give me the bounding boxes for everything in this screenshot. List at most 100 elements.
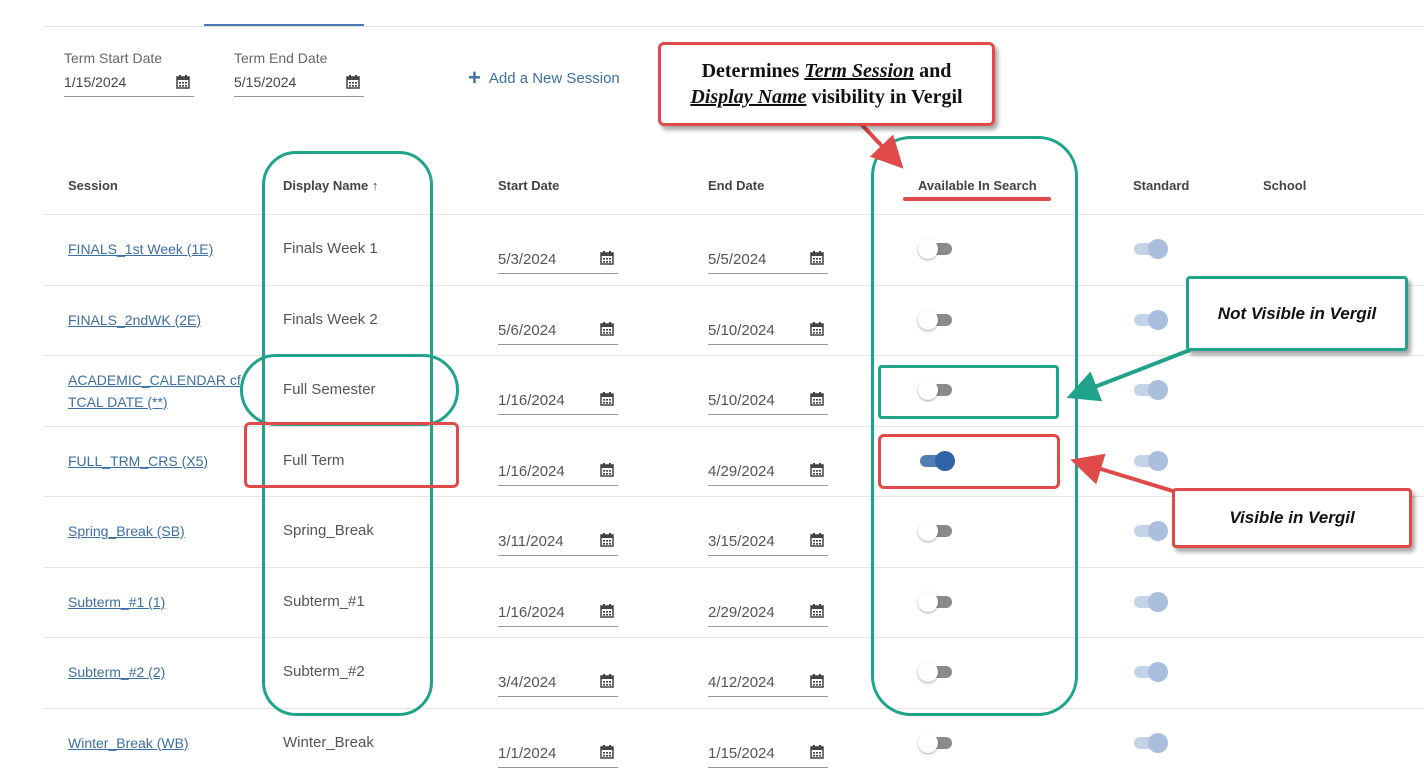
end-date-value[interactable]: 5/5/2024 (708, 251, 766, 268)
table-row: ACADEMIC_CALENDAR cf TCAL DATE (**) Full S… (0, 355, 1424, 425)
calendar-icon[interactable] (600, 533, 614, 547)
start-date-field[interactable]: 1/16/2024 (498, 457, 618, 486)
column-header-start-date[interactable]: Start Date (498, 178, 559, 193)
calendar-icon[interactable] (176, 75, 190, 89)
standard-toggle[interactable] (1132, 239, 1168, 259)
not-visible-callout: Not Visible in Vergil (1186, 276, 1408, 351)
session-link[interactable]: FULL_TRM_CRS (X5) (68, 450, 208, 472)
start-date-field[interactable]: 3/4/2024 (498, 668, 618, 697)
session-code: Subterm_#2 (2) (68, 664, 166, 680)
end-date-value[interactable]: 4/29/2024 (708, 463, 775, 480)
calendar-icon[interactable] (810, 392, 824, 406)
session-link[interactable]: Winter_Break (WB) (68, 732, 189, 754)
calendar-icon[interactable] (810, 321, 824, 336)
tab-bar-divider (44, 26, 1424, 27)
session-code: Subterm_#1 (1) (68, 593, 166, 610)
term-end-value[interactable]: 5/15/2024 (234, 74, 296, 90)
end-date-value[interactable]: 1/15/2024 (708, 745, 775, 762)
column-header-session[interactable]: Session (68, 178, 118, 193)
standard-toggle[interactable] (1132, 450, 1168, 471)
end-date-value[interactable]: 4/12/2024 (708, 674, 775, 691)
calendar-icon[interactable] (600, 462, 614, 477)
session-code: Spring_Break (SB) (68, 523, 185, 539)
end-date-field[interactable]: 4/12/2024 (708, 668, 828, 697)
start-date-value[interactable]: 1/16/2024 (498, 463, 565, 480)
standard-toggle[interactable] (1132, 662, 1168, 682)
start-date-value[interactable]: 5/3/2024 (498, 251, 556, 268)
calendar-icon[interactable] (600, 251, 614, 265)
calendar-icon[interactable] (600, 674, 614, 688)
calendar-icon[interactable] (810, 251, 824, 265)
calendar-icon[interactable] (346, 75, 360, 89)
term-start-value[interactable]: 1/15/2024 (64, 74, 126, 90)
term-start-label: Term Start Date (64, 50, 163, 66)
visible-text: Visible in Vergil (1229, 508, 1355, 527)
standard-toggle[interactable] (1132, 309, 1168, 330)
session-link[interactable]: ACADEMIC_CALENDAR cf TCAL DATE (**) (68, 369, 241, 413)
calendar-icon[interactable] (810, 533, 824, 547)
session-link[interactable]: Subterm_#2 (2) (68, 661, 165, 683)
end-date-value[interactable]: 5/10/2024 (708, 322, 775, 339)
not-visible-toggle-highlight (878, 365, 1059, 419)
end-date-field[interactable]: 3/15/2024 (708, 527, 828, 556)
full-term-highlight (244, 422, 459, 488)
active-tab-indicator (204, 24, 364, 26)
add-session-label: Add a New Session (488, 69, 620, 87)
start-date-value[interactable]: 5/6/2024 (498, 322, 556, 339)
start-date-value[interactable]: 1/1/2024 (498, 745, 556, 762)
end-date-value[interactable]: 3/15/2024 (708, 533, 775, 550)
term-end-date-field[interactable]: Term End Date 5/15/2024 (234, 50, 364, 97)
end-date-field[interactable]: 5/10/2024 (708, 316, 828, 345)
column-header-end-date[interactable]: End Date (708, 178, 764, 193)
callout-determines: Determines (701, 60, 800, 82)
start-date-field[interactable]: 1/16/2024 (498, 598, 618, 627)
session-link[interactable]: FINALS_1st Week (1E) (68, 238, 213, 260)
term-start-date-field[interactable]: Term Start Date 1/15/2024 (64, 50, 194, 97)
calendar-icon[interactable] (600, 321, 614, 336)
end-date-field[interactable]: 1/15/2024 (708, 739, 828, 768)
visible-callout: Visible in Vergil (1172, 488, 1412, 548)
start-date-field[interactable]: 5/6/2024 (498, 316, 618, 345)
calendar-icon[interactable] (810, 603, 824, 618)
display-name-cell: Winter_Break (283, 733, 374, 751)
calendar-icon[interactable] (600, 603, 614, 618)
start-date-value[interactable]: 1/16/2024 (498, 392, 565, 409)
standard-toggle[interactable] (1132, 591, 1168, 612)
calendar-icon[interactable] (810, 462, 824, 477)
table-row: FINALS_1st Week (1E) Finals Week 1 5/3/202… (0, 214, 1424, 284)
standard-toggle[interactable] (1132, 732, 1168, 753)
start-date-value[interactable]: 1/16/2024 (498, 604, 565, 621)
end-date-field[interactable]: 5/5/2024 (708, 245, 828, 274)
session-code: FINALS_2ndWK (2E) (68, 311, 202, 328)
standard-toggle[interactable] (1132, 521, 1168, 541)
end-date-field[interactable]: 2/29/2024 (708, 598, 828, 627)
session-link[interactable]: Subterm_#1 (1) (68, 591, 165, 613)
column-header-standard[interactable]: Standard (1133, 178, 1189, 193)
start-date-value[interactable]: 3/4/2024 (498, 674, 556, 691)
start-date-field[interactable]: 5/3/2024 (498, 245, 618, 274)
vergil-visibility-callout: Determines Term Session and Display Name… (658, 42, 995, 126)
term-end-label: Term End Date (234, 50, 328, 66)
calendar-icon[interactable] (810, 674, 824, 688)
start-date-field[interactable]: 3/11/2024 (498, 527, 618, 556)
session-link[interactable]: FINALS_2ndWK (2E) (68, 309, 201, 331)
session-code: FULL_TRM_CRS (X5) (68, 452, 209, 469)
start-date-field[interactable]: 1/16/2024 (498, 386, 618, 415)
start-date-field[interactable]: 1/1/2024 (498, 739, 618, 768)
column-header-school[interactable]: School (1263, 178, 1306, 193)
calendar-icon[interactable] (600, 392, 614, 406)
end-date-field[interactable]: 5/10/2024 (708, 386, 828, 415)
end-date-field[interactable]: 4/29/2024 (708, 457, 828, 486)
visible-toggle-highlight (878, 434, 1060, 489)
available-in-search-toggle[interactable] (918, 732, 954, 753)
table-row: FULL_TRM_CRS (X5) Full Term 1/16/2024 4/29/… (0, 426, 1424, 496)
start-date-value[interactable]: 3/11/2024 (498, 533, 564, 550)
end-date-value[interactable]: 5/10/2024 (708, 392, 775, 409)
session-link[interactable]: Spring_Break (SB) (68, 520, 185, 542)
callout-visibility: visibility in Vergil (811, 86, 963, 108)
table-row: Subterm_#2 (2) Subterm_#2 3/4/2024 4/12/202… (0, 637, 1424, 707)
callout-term-session: Term Session (804, 60, 915, 82)
standard-toggle[interactable] (1132, 380, 1168, 400)
end-date-value[interactable]: 2/29/2024 (708, 604, 775, 621)
add-session-button[interactable]: + Add a New Session (468, 67, 620, 89)
